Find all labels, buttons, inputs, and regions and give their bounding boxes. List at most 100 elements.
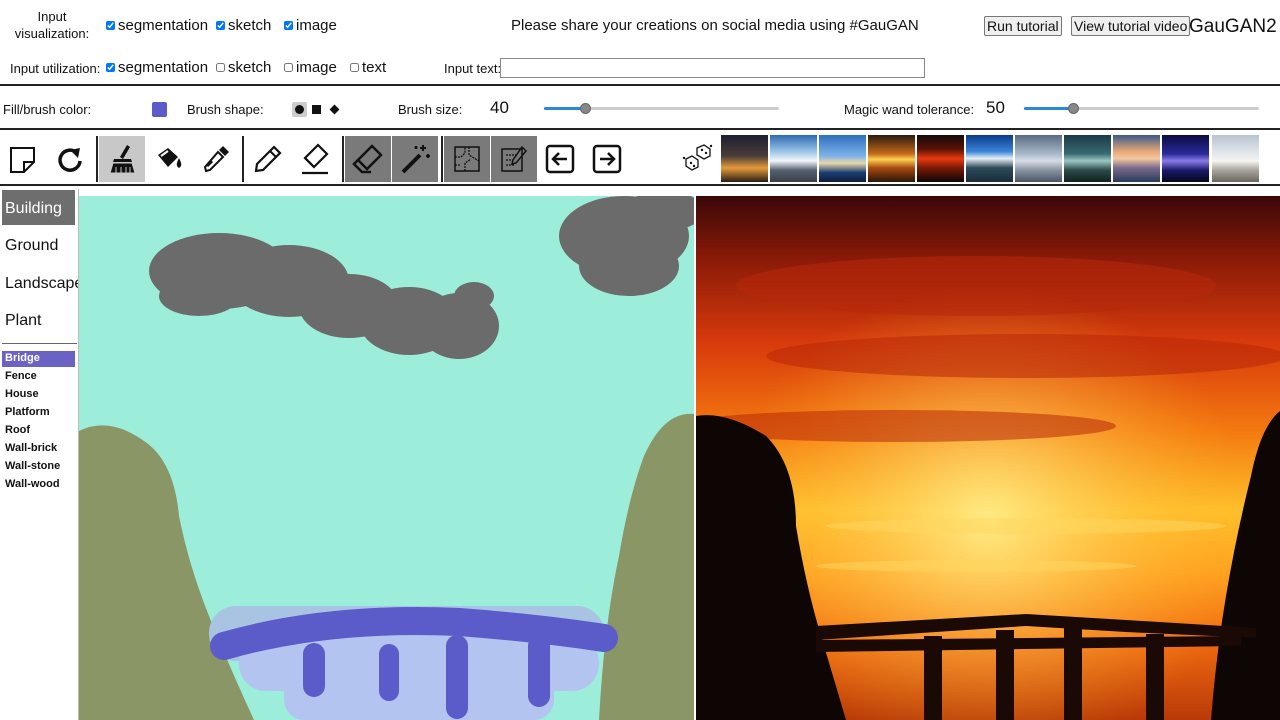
wand-slider-fill xyxy=(1024,107,1074,110)
new-canvas-icon xyxy=(10,147,35,173)
pencil-button[interactable] xyxy=(245,136,291,182)
brush-shape-square-button[interactable] xyxy=(312,105,321,114)
arrow-right-icon xyxy=(592,144,622,174)
magic-wand-tolerance-label: Magic wand tolerance: xyxy=(844,102,975,117)
label-fence[interactable]: Fence xyxy=(2,369,75,385)
segmentation-map-button[interactable] xyxy=(444,136,490,182)
util-image-check[interactable] xyxy=(284,63,293,72)
label-platform[interactable]: Platform xyxy=(2,405,75,421)
toolbar-divider xyxy=(342,136,344,182)
segmentation-drawing xyxy=(79,196,694,720)
utilization-bar: Input utilization: segmentation sketch i… xyxy=(0,52,1280,86)
label-wall-wood[interactable]: Wall-wood xyxy=(2,477,75,493)
util-image-label: image xyxy=(296,59,337,76)
input-text-label: Input text: xyxy=(444,61,502,76)
style-thumbnail-11[interactable] xyxy=(1212,135,1259,182)
brush-size-slider[interactable] xyxy=(544,103,779,114)
eyedropper-icon xyxy=(203,146,229,173)
app-title: GauGAN2 xyxy=(1189,16,1277,37)
rotate-icon xyxy=(58,148,82,172)
style-thumbnail-2[interactable] xyxy=(770,135,817,182)
segmentation-canvas[interactable] xyxy=(79,196,694,720)
util-image-checkbox[interactable]: image xyxy=(284,59,337,76)
dice-icon xyxy=(682,144,713,171)
eyedropper-button[interactable] xyxy=(193,136,239,182)
sidebar-divider xyxy=(2,343,77,344)
category-building[interactable]: Building xyxy=(2,190,75,225)
util-text-check[interactable] xyxy=(350,63,359,72)
style-thumbnail-7[interactable] xyxy=(1015,135,1062,182)
category-plant[interactable]: Plant xyxy=(2,302,75,337)
eraser-button[interactable] xyxy=(345,136,391,182)
category-landscape[interactable]: Landscape xyxy=(2,265,83,300)
previous-button[interactable] xyxy=(537,136,583,182)
style-thumbnail-6[interactable] xyxy=(966,135,1013,182)
style-thumbnail-1[interactable] xyxy=(721,135,768,182)
style-thumbnail-8[interactable] xyxy=(1064,135,1111,182)
category-ground[interactable]: Ground xyxy=(2,227,75,262)
magic-wand-tolerance-slider[interactable] xyxy=(1024,103,1259,114)
fill-color-swatch[interactable] xyxy=(152,102,167,117)
vis-segmentation-check[interactable] xyxy=(106,21,115,30)
label-house[interactable]: House xyxy=(2,387,75,403)
toolbar-divider xyxy=(242,136,244,182)
util-sketch-checkbox[interactable]: sketch xyxy=(216,59,271,76)
run-tutorial-button[interactable]: Run tutorial xyxy=(984,16,1062,36)
brush-tool-button[interactable] xyxy=(99,136,145,182)
style-thumbnail-5[interactable] xyxy=(917,135,964,182)
brush-size-value: 40 xyxy=(490,98,509,117)
label-wall-brick[interactable]: Wall-brick xyxy=(2,441,75,457)
style-thumbnail-4[interactable] xyxy=(868,135,915,182)
toolbar xyxy=(0,132,1280,186)
rotate-button[interactable] xyxy=(47,136,93,182)
util-sketch-check[interactable] xyxy=(216,63,225,72)
util-segmentation-checkbox[interactable]: segmentation xyxy=(106,59,208,76)
util-sketch-label: sketch xyxy=(228,59,272,76)
paint-bucket-icon xyxy=(158,148,182,168)
brush-size-label: Brush size: xyxy=(398,102,463,117)
sketch-map-icon xyxy=(501,145,528,172)
vis-image-checkbox[interactable]: image xyxy=(284,17,337,34)
generated-output-image xyxy=(696,196,1280,720)
magic-wand-button[interactable] xyxy=(392,136,438,182)
label-sidebar: Building Ground Landscape Plant Bridge F… xyxy=(2,189,83,720)
brush-shape-diamond-button[interactable] xyxy=(329,104,340,115)
input-visualization-label: Input visualization: xyxy=(14,9,90,41)
util-text-checkbox[interactable]: text xyxy=(350,59,386,76)
view-tutorial-video-button[interactable]: View tutorial video xyxy=(1071,16,1191,36)
style-thumbnail-9[interactable] xyxy=(1113,135,1160,182)
input-text-field[interactable] xyxy=(500,58,925,78)
label-roof[interactable]: Roof xyxy=(2,423,75,439)
sketch-map-button[interactable] xyxy=(491,136,537,182)
magic-wand-icon xyxy=(401,145,430,174)
brush-size-slider-fill xyxy=(544,107,585,110)
segmentation-map-icon xyxy=(454,146,480,172)
next-button[interactable] xyxy=(584,136,630,182)
vis-sketch-label: sketch xyxy=(228,17,272,34)
brush-shape-label: Brush shape: xyxy=(187,102,264,117)
random-button[interactable] xyxy=(673,136,719,182)
fill-color-label: Fill/brush color: xyxy=(3,102,92,117)
vis-segmentation-checkbox[interactable]: segmentation xyxy=(106,17,208,34)
util-text-label: text xyxy=(362,59,387,76)
vis-image-check[interactable] xyxy=(284,21,293,30)
brush-settings-bar: Fill/brush color: Brush shape: Brush siz… xyxy=(0,88,1280,130)
util-segmentation-check[interactable] xyxy=(106,63,115,72)
brush-size-slider-handle[interactable] xyxy=(580,103,591,114)
input-utilization-label: Input utilization: xyxy=(10,61,101,76)
label-wall-stone[interactable]: Wall-stone xyxy=(2,459,75,475)
brush-shape-circle-button[interactable] xyxy=(292,102,307,117)
new-canvas-button[interactable] xyxy=(0,136,46,182)
pencil-icon xyxy=(254,145,282,173)
wand-slider-handle[interactable] xyxy=(1068,103,1079,114)
sketch-eraser-button[interactable] xyxy=(292,136,338,182)
toolbar-divider xyxy=(441,136,443,182)
vis-sketch-check[interactable] xyxy=(216,21,225,30)
style-thumbnail-3[interactable] xyxy=(819,135,866,182)
paint-bucket-button[interactable] xyxy=(146,136,192,182)
style-thumbnail-10[interactable] xyxy=(1162,135,1209,182)
label-bridge[interactable]: Bridge xyxy=(2,351,75,367)
brush-icon xyxy=(109,145,136,174)
toolbar-divider xyxy=(96,136,98,182)
vis-sketch-checkbox[interactable]: sketch xyxy=(216,17,271,34)
